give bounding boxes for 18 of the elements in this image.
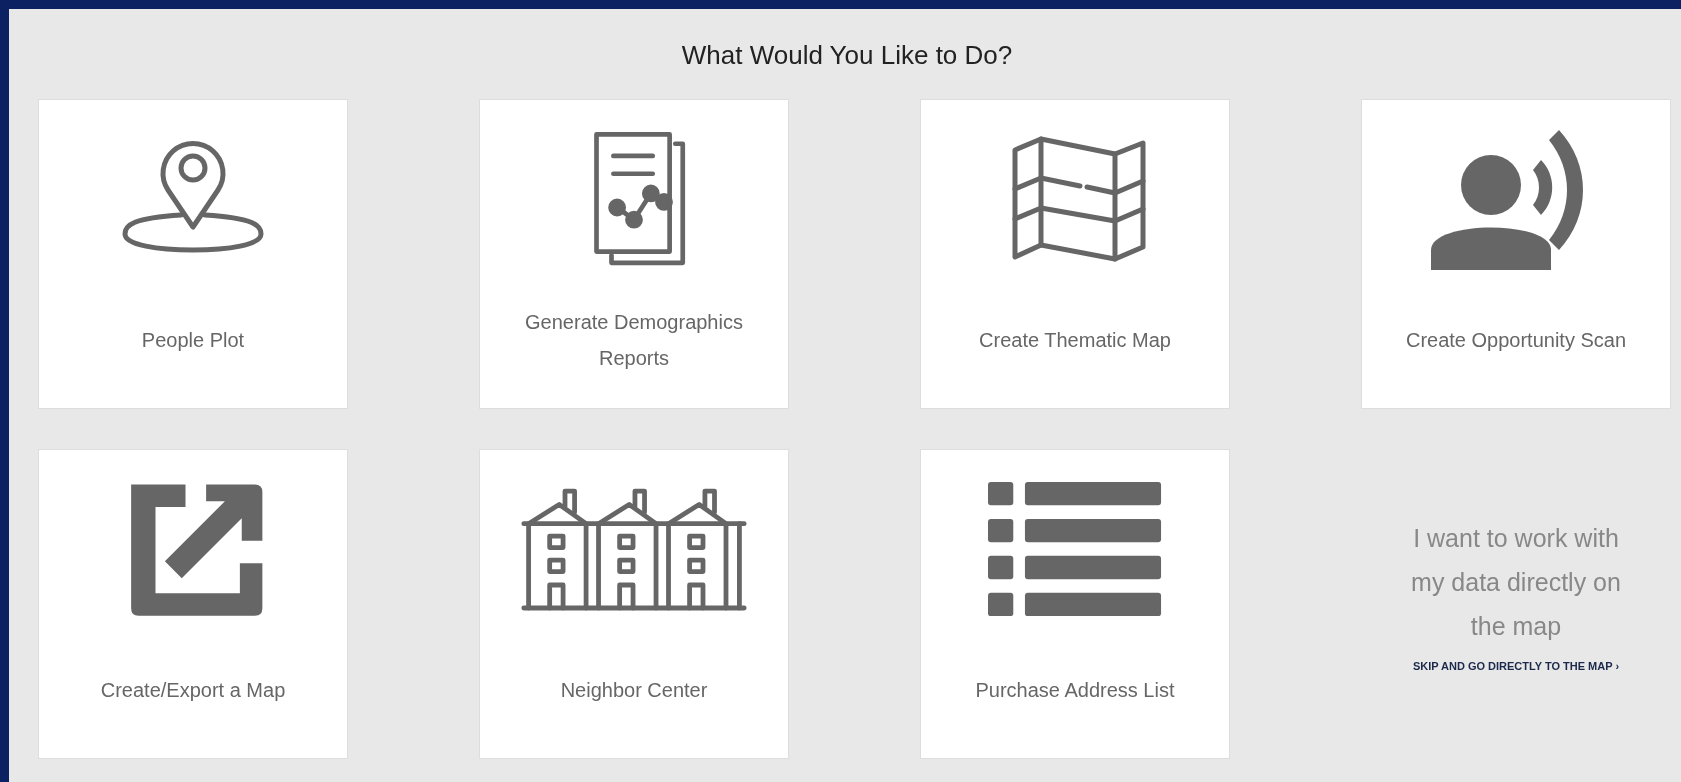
option-label: Create Opportunity Scan bbox=[1405, 328, 1627, 353]
skip-link[interactable]: SKIP AND GO DIRECTLY TO THE MAP › bbox=[1412, 660, 1620, 672]
list-icon bbox=[987, 481, 1163, 619]
option-card[interactable]: Generate Demographics Reports bbox=[479, 99, 789, 409]
option-label: People Plot bbox=[141, 328, 245, 353]
option-label: Create/Export a Map bbox=[100, 678, 286, 703]
page-heading: What Would You Like to Do? bbox=[680, 39, 1014, 72]
option-card[interactable]: Create/Export a Map bbox=[38, 449, 348, 759]
message-text: I want to work with my data directly on the map bbox=[1410, 523, 1622, 642]
option-label: Neighbor Center bbox=[560, 678, 708, 703]
option-card[interactable]: People Plot bbox=[38, 99, 348, 409]
option-card[interactable]: Purchase Address List bbox=[920, 449, 1230, 759]
option-card[interactable]: Neighbor Center bbox=[479, 449, 789, 759]
option-label: Purchase Address List bbox=[975, 678, 1175, 703]
option-label: Generate Demographics Reports bbox=[524, 310, 744, 371]
option-card[interactable]: Create Opportunity Scan bbox=[1361, 99, 1671, 409]
option-card[interactable]: Create Thematic Map bbox=[920, 99, 1230, 409]
option-label: Create Thematic Map bbox=[979, 328, 1171, 353]
